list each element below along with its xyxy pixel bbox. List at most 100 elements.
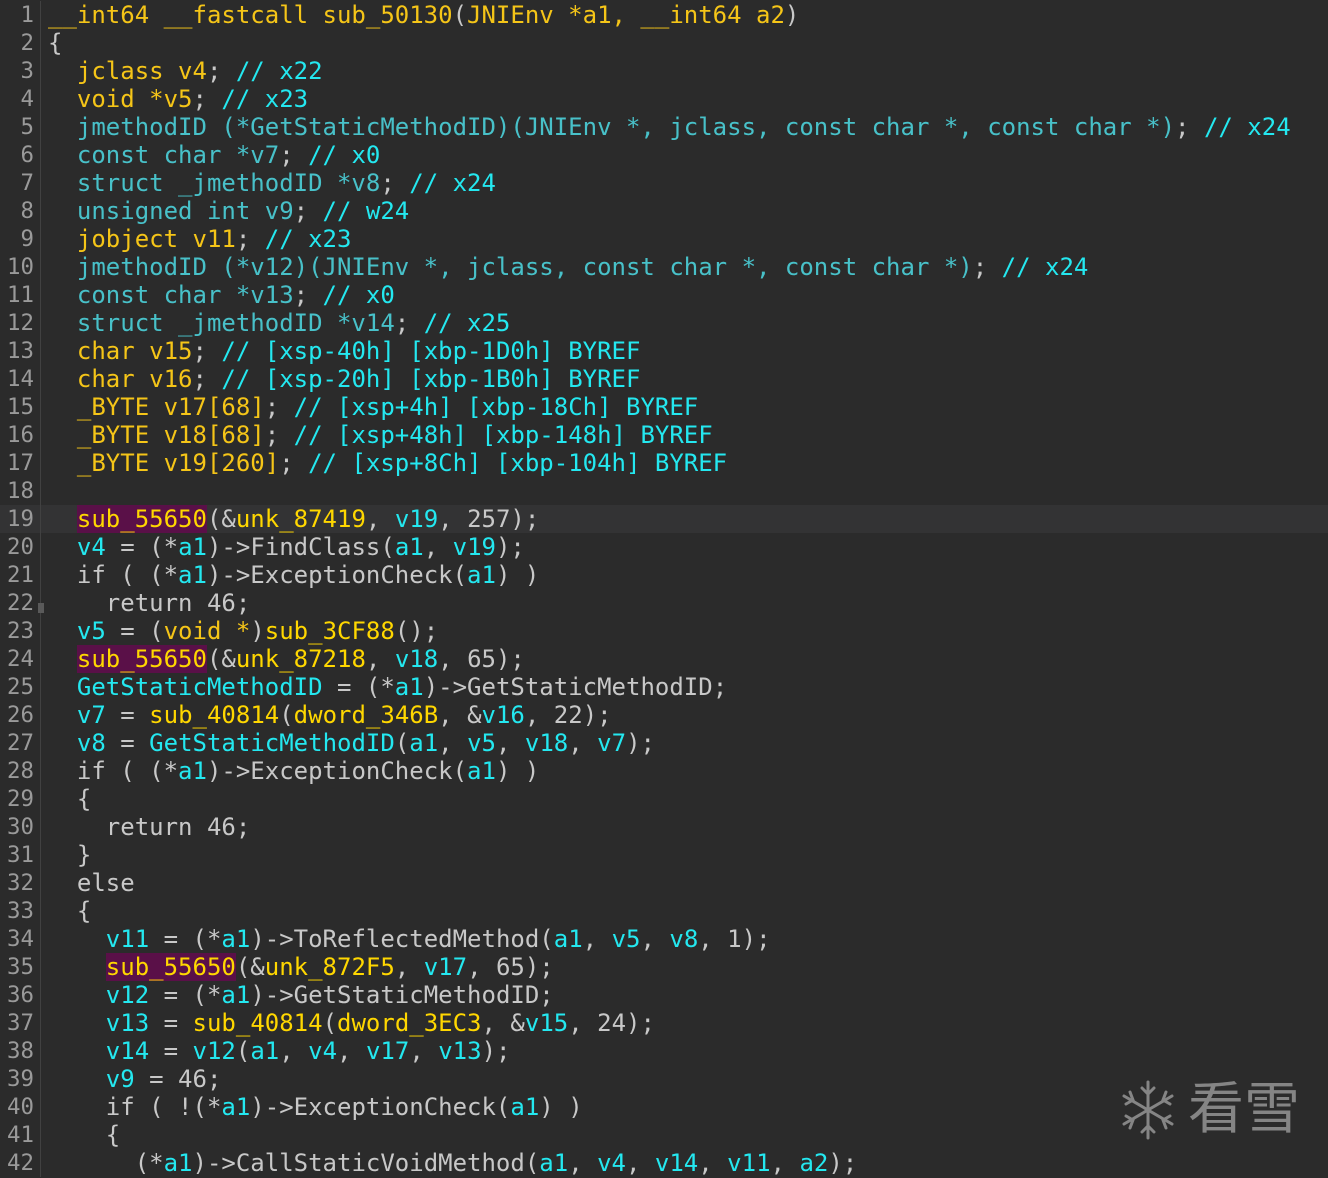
code-text[interactable]: v9 = 46; bbox=[48, 1065, 222, 1093]
code-line[interactable]: 7 struct _jmethodID *v8; // x24 bbox=[0, 169, 1328, 197]
code-token[interactable]: ); bbox=[828, 1149, 857, 1177]
code-line[interactable]: 6 const char *v7; // x0 bbox=[0, 141, 1328, 169]
code-line[interactable]: 33 { bbox=[0, 897, 1328, 925]
code-token[interactable]: v7 bbox=[77, 701, 106, 729]
code-token[interactable]: )->ExceptionCheck( bbox=[207, 757, 467, 785]
code-token[interactable]: = bbox=[106, 701, 149, 729]
code-token[interactable]: char v15 bbox=[48, 337, 193, 365]
code-token[interactable]: sub_55650 bbox=[76, 505, 207, 533]
code-text[interactable]: v8 = GetStaticMethodID(a1, v5, v18, v7); bbox=[48, 729, 655, 757]
code-line[interactable]: 22 return 46; bbox=[0, 589, 1328, 617]
code-token[interactable]: v9 bbox=[106, 1065, 135, 1093]
code-token[interactable]: , bbox=[366, 645, 395, 673]
code-token[interactable]: ) bbox=[785, 1, 799, 29]
code-token[interactable]: ; bbox=[294, 281, 323, 309]
code-token[interactable]: a1 bbox=[250, 1037, 279, 1065]
code-token[interactable]: { bbox=[48, 897, 91, 925]
code-text[interactable]: void *v5; // x23 bbox=[48, 85, 308, 113]
code-token[interactable]: unk_872F5 bbox=[265, 953, 395, 981]
code-token[interactable] bbox=[48, 673, 77, 701]
code-line[interactable]: 37 v13 = sub_40814(dword_3EC3, &v15, 24)… bbox=[0, 1009, 1328, 1037]
code-line[interactable]: 14 char v16; // [xsp-20h] [xbp-1B0h] BYR… bbox=[0, 365, 1328, 393]
code-line[interactable]: 12 struct _jmethodID *v14; // x25 bbox=[0, 309, 1328, 337]
code-text[interactable]: { bbox=[48, 1121, 120, 1149]
code-token[interactable]: v16 bbox=[482, 701, 525, 729]
code-token[interactable]: ; bbox=[265, 421, 294, 449]
code-token[interactable]: unsigned int v9 bbox=[48, 197, 294, 225]
code-text[interactable]: __int64 __fastcall sub_50130(JNIEnv *a1,… bbox=[48, 1, 799, 29]
code-token[interactable]: // x23 bbox=[265, 225, 352, 253]
code-token[interactable]: ( bbox=[236, 1037, 250, 1065]
code-token[interactable]: v7 bbox=[597, 729, 626, 757]
code-token[interactable]: ); bbox=[496, 533, 525, 561]
code-text[interactable]: { bbox=[48, 785, 91, 813]
code-token[interactable]: a1 bbox=[178, 757, 207, 785]
code-token[interactable]: v5 bbox=[612, 925, 641, 953]
code-token[interactable] bbox=[48, 1065, 106, 1093]
code-text[interactable]: sub_55650(&unk_87419, v19, 257); bbox=[48, 505, 539, 533]
pseudocode-view[interactable]: 1 __int64 __fastcall sub_50130(JNIEnv *a1… bbox=[0, 0, 1328, 1178]
code-token[interactable]: { bbox=[48, 1121, 120, 1149]
code-text[interactable]: jmethodID (*v12)(JNIEnv *, jclass, const… bbox=[48, 253, 1088, 281]
code-token[interactable]: void *v5 bbox=[48, 85, 193, 113]
code-token[interactable]: , 257); bbox=[438, 505, 539, 533]
code-token[interactable]: a1 bbox=[395, 673, 424, 701]
code-text[interactable]: unsigned int v9; // w24 bbox=[48, 197, 409, 225]
fold-marker[interactable] bbox=[38, 603, 44, 613]
code-token[interactable]: , 65); bbox=[438, 645, 525, 673]
code-line[interactable]: 32 else bbox=[0, 869, 1328, 897]
code-token[interactable]: , bbox=[568, 1149, 597, 1177]
code-text[interactable]: v7 = sub_40814(dword_346B, &v16, 22); bbox=[48, 701, 612, 729]
code-token[interactable] bbox=[48, 1009, 106, 1037]
code-token[interactable]: ; bbox=[193, 365, 222, 393]
code-token[interactable]: if ( (* bbox=[48, 561, 178, 589]
code-token[interactable]: GetStaticMethodID bbox=[149, 729, 395, 757]
code-token[interactable]: ( bbox=[279, 701, 293, 729]
code-token[interactable]: (& bbox=[236, 953, 265, 981]
code-token[interactable]: _BYTE v18[68] bbox=[48, 421, 265, 449]
code-token[interactable]: ; bbox=[236, 225, 265, 253]
code-token[interactable]: sub_40814 bbox=[193, 1009, 323, 1037]
code-line[interactable]: 21 if ( (*a1)->ExceptionCheck(a1) ) bbox=[0, 561, 1328, 589]
code-line[interactable]: 1 __int64 __fastcall sub_50130(JNIEnv *a1… bbox=[0, 1, 1328, 29]
code-token[interactable]: v5 bbox=[77, 617, 106, 645]
code-token[interactable]: ; bbox=[1175, 113, 1204, 141]
code-line[interactable]: 38 v14 = v12(a1, v4, v17, v13); bbox=[0, 1037, 1328, 1065]
code-token[interactable]: v4 bbox=[597, 1149, 626, 1177]
code-token[interactable]: ; bbox=[193, 85, 222, 113]
code-token[interactable]: { bbox=[48, 29, 62, 57]
code-token[interactable] bbox=[48, 533, 77, 561]
code-token[interactable]: v17 bbox=[424, 953, 467, 981]
code-token[interactable]: , 65); bbox=[467, 953, 554, 981]
code-token[interactable]: void * bbox=[164, 617, 251, 645]
code-token[interactable]: a1 bbox=[395, 533, 424, 561]
code-token[interactable]: ) ) bbox=[539, 1093, 582, 1121]
code-token[interactable]: ; bbox=[265, 393, 294, 421]
code-text[interactable]: jmethodID (*GetStaticMethodID)(JNIEnv *,… bbox=[48, 113, 1291, 141]
code-token[interactable]: v13 bbox=[438, 1037, 481, 1065]
code-token[interactable]: v17 bbox=[366, 1037, 409, 1065]
code-token[interactable]: // x0 bbox=[308, 141, 380, 169]
code-token[interactable]: unk_87218 bbox=[236, 645, 366, 673]
code-line[interactable]: 16 _BYTE v18[68]; // [xsp+48h] [xbp-148h… bbox=[0, 421, 1328, 449]
code-text[interactable]: return 46; bbox=[48, 813, 251, 841]
code-token[interactable]: v13 bbox=[106, 1009, 149, 1037]
code-token[interactable]: = 46; bbox=[135, 1065, 221, 1093]
code-token[interactable] bbox=[48, 505, 77, 533]
code-token[interactable]: GetStaticMethodID bbox=[77, 673, 323, 701]
code-token[interactable]: v4 bbox=[77, 533, 106, 561]
code-token[interactable]: v18 bbox=[525, 729, 568, 757]
code-line[interactable]: 25 GetStaticMethodID = (*a1)->GetStaticM… bbox=[0, 673, 1328, 701]
code-token[interactable]: // x24 bbox=[1002, 253, 1089, 281]
code-text[interactable]: sub_55650(&unk_87218, v18, 65); bbox=[48, 645, 525, 673]
code-text[interactable]: { bbox=[48, 29, 62, 57]
code-token[interactable]: , 24); bbox=[568, 1009, 655, 1037]
code-text[interactable]: v12 = (*a1)->GetStaticMethodID; bbox=[48, 981, 554, 1009]
code-line[interactable]: 27 v8 = GetStaticMethodID(a1, v5, v18, v… bbox=[0, 729, 1328, 757]
code-line[interactable]: 29 { bbox=[0, 785, 1328, 813]
code-text[interactable]: struct _jmethodID *v14; // x25 bbox=[48, 309, 511, 337]
code-token[interactable]: return 46; bbox=[48, 813, 251, 841]
code-token[interactable]: = bbox=[149, 1009, 192, 1037]
code-line[interactable]: 42 (*a1)->CallStaticVoidMethod(a1, v4, v… bbox=[0, 1149, 1328, 1177]
code-token[interactable]: , bbox=[771, 1149, 800, 1177]
